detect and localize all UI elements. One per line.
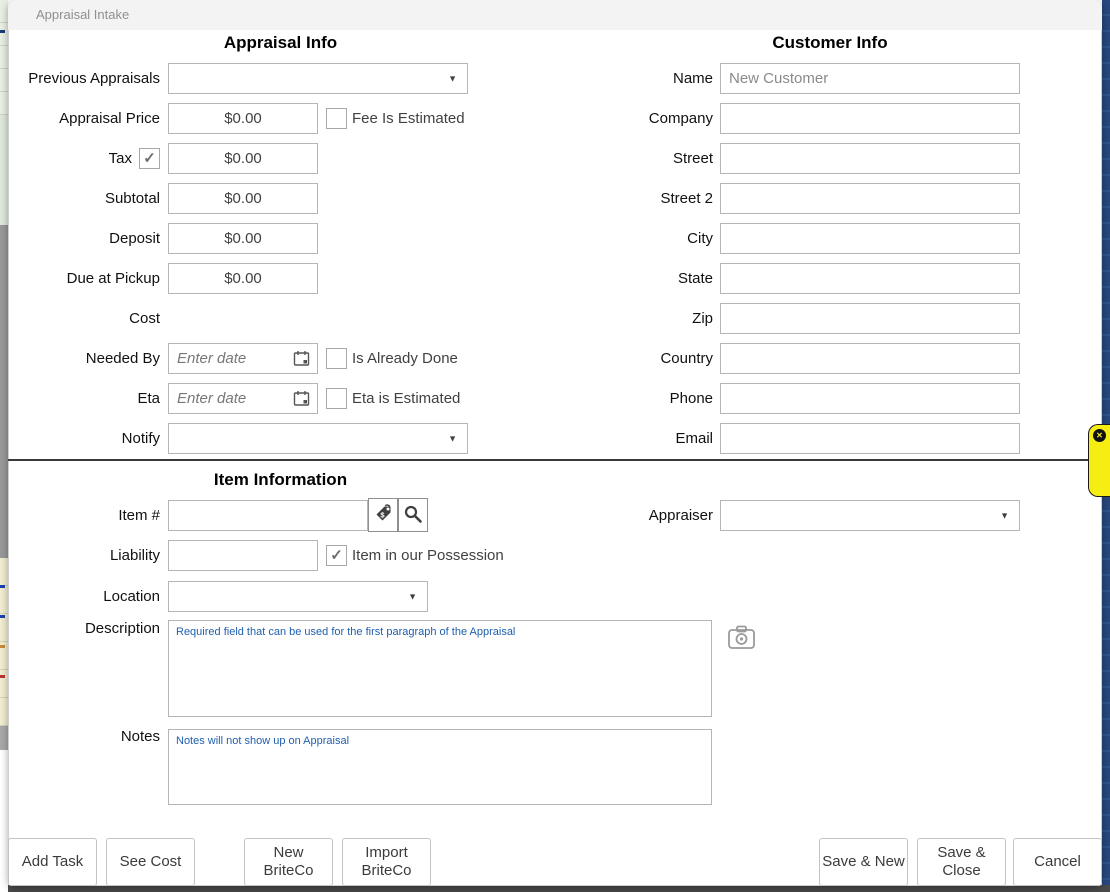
email-label: Email — [460, 423, 713, 454]
help-tab-label: HELP — [1096, 445, 1110, 493]
zip-label: Zip — [460, 303, 713, 334]
city-input[interactable] — [720, 223, 1020, 254]
zip-input[interactable] — [720, 303, 1020, 334]
dialog-titlebar[interactable]: Appraisal Intake — [8, 0, 1102, 30]
state-input[interactable] — [720, 263, 1020, 294]
see-cost-button[interactable]: See Cost — [106, 838, 195, 886]
company-row: Company — [0, 103, 1110, 134]
phone-label: Phone — [460, 383, 713, 414]
city-row: City — [0, 223, 1110, 254]
appraiser-label: Appraiser — [460, 500, 713, 531]
liability-input[interactable] — [168, 540, 318, 571]
description-textarea[interactable]: Required field that can be used for the … — [168, 620, 712, 717]
camera-icon[interactable] — [727, 624, 756, 651]
country-label: Country — [460, 343, 713, 374]
screen: Appraisal Intake Appraisal Info Customer… — [0, 0, 1110, 892]
street-row: Street — [0, 143, 1110, 174]
save-and-new-button[interactable]: Save & New — [819, 838, 908, 886]
appraiser-row: Appraiser ▼ — [0, 500, 1110, 531]
help-tab[interactable]: ✕ HELP — [1088, 424, 1110, 497]
background-window-bottom-strip — [6, 885, 1110, 892]
state-row: State — [0, 263, 1110, 294]
company-label: Company — [460, 103, 713, 134]
zip-row: Zip — [0, 303, 1110, 334]
country-input[interactable] — [720, 343, 1020, 374]
cancel-button[interactable]: Cancel — [1013, 838, 1102, 886]
chevron-down-icon: ▼ — [1000, 511, 1009, 520]
item-in-possession-checkbox[interactable]: ✓ — [326, 545, 347, 566]
add-task-button[interactable]: Add Task — [8, 838, 97, 886]
name-label: Name — [460, 63, 713, 94]
appraisal-info-header: Appraisal Info — [8, 33, 553, 57]
street2-label: Street 2 — [460, 183, 713, 214]
description-label: Description — [8, 620, 160, 638]
street-input[interactable] — [720, 143, 1020, 174]
name-input[interactable] — [720, 63, 1020, 94]
company-input[interactable] — [720, 103, 1020, 134]
save-and-close-button[interactable]: Save & Close — [917, 838, 1006, 886]
notes-textarea[interactable]: Notes will not show up on Appraisal — [168, 729, 712, 805]
street-label: Street — [460, 143, 713, 174]
section-divider — [8, 459, 1102, 461]
customer-info-header: Customer Info — [615, 33, 1045, 57]
liability-label: Liability — [8, 540, 160, 571]
city-label: City — [460, 223, 713, 254]
street2-row: Street 2 — [0, 183, 1110, 214]
liability-row: Liability ✓ Item in our Possession — [0, 540, 1110, 571]
import-briteco-button[interactable]: Import BriteCo — [342, 838, 431, 886]
chevron-down-icon: ▼ — [408, 592, 417, 601]
state-label: State — [460, 263, 713, 294]
notes-label: Notes — [8, 728, 160, 746]
name-row: Name — [0, 63, 1110, 94]
email-input[interactable] — [720, 423, 1020, 454]
notes-row: Notes Notes will not show up on Appraisa… — [0, 728, 1110, 806]
new-briteco-button[interactable]: New BriteCo — [244, 838, 333, 886]
dialog-title: Appraisal Intake — [36, 0, 129, 30]
description-row: Description Required field that can be u… — [0, 620, 1110, 718]
appraiser-dropdown[interactable]: ▼ — [720, 500, 1020, 531]
help-close-icon[interactable]: ✕ — [1093, 429, 1106, 442]
email-row: Email — [0, 423, 1110, 454]
check-icon: ✓ — [330, 547, 343, 564]
item-in-possession-label: Item in our Possession — [352, 540, 504, 571]
location-row: Location ▼ — [0, 581, 1110, 612]
phone-row: Phone — [0, 383, 1110, 414]
street2-input[interactable] — [720, 183, 1020, 214]
location-label: Location — [8, 581, 160, 612]
phone-input[interactable] — [720, 383, 1020, 414]
item-information-header: Item Information — [8, 470, 553, 494]
location-dropdown[interactable]: ▼ — [168, 581, 428, 612]
country-row: Country — [0, 343, 1110, 374]
